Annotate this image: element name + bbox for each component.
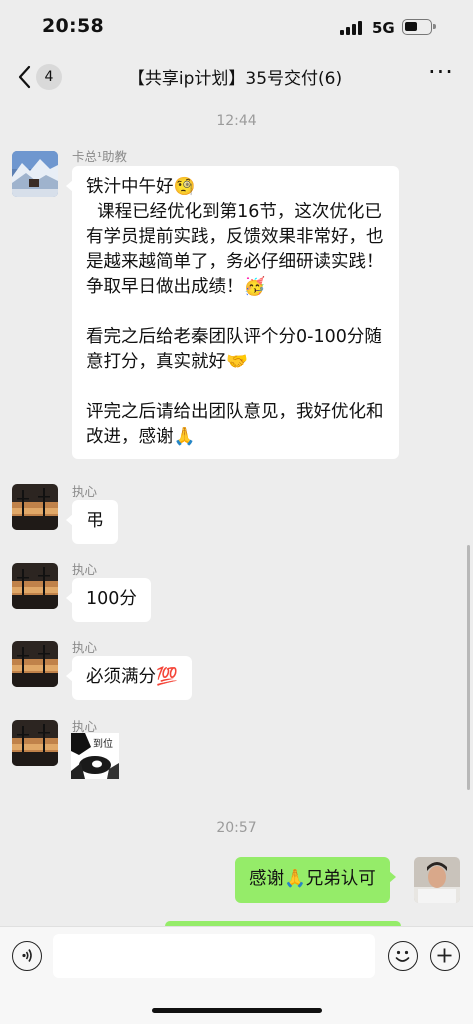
timestamp: 20:57 [216, 820, 257, 836]
avatar[interactable] [12, 563, 58, 609]
message-bubble[interactable]: 必须满分💯 [66, 656, 192, 700]
more-icon[interactable]: ··· [428, 60, 456, 86]
status-bar: 20:58 5G [0, 0, 473, 58]
unread-count-badge[interactable]: 4 [36, 64, 62, 90]
message-bubble[interactable]: 铁汁中午好🧐 课程已经优化到第16节，这次优化已有学员提前实践，反馈效果非常好，… [66, 166, 399, 459]
input-bar [0, 926, 473, 1024]
plus-icon[interactable] [430, 941, 460, 971]
my-message-bubble[interactable]: 感谢🙏兄弟认可 [235, 857, 396, 903]
status-time: 20:58 [42, 15, 104, 37]
sender-name: 执心 [72, 562, 98, 577]
message-text: 感谢🙏兄弟认可 [249, 869, 376, 889]
message-text: 100分 [86, 589, 137, 609]
message-bubble[interactable]: 100分 [66, 578, 151, 622]
sticker-caption: 到位 [93, 739, 113, 750]
chat-title: 【共享ip计划】35号交付(6) [127, 69, 343, 89]
message-text: 必须满分💯 [86, 667, 178, 687]
message-paragraph: 评完之后请给出团队意见，我好优化和改进，感谢🙏 [86, 402, 384, 447]
home-indicator [152, 1008, 322, 1013]
signal-icon [340, 21, 366, 35]
voice-icon[interactable] [12, 941, 42, 971]
chat-header: 4 【共享ip计划】35号交付(6) ··· [0, 58, 473, 98]
message-text: 弔 [86, 511, 104, 531]
sender-name: 执心 [72, 484, 98, 499]
avatar[interactable] [12, 720, 58, 766]
message-input[interactable] [53, 934, 375, 978]
sender-name: 卡总¹助教 [72, 149, 128, 164]
message-paragraph: 铁汁中午好🧐 [86, 177, 196, 197]
scrollbar[interactable] [467, 545, 470, 790]
avatar[interactable] [12, 151, 58, 197]
battery-icon [402, 19, 436, 35]
emoji-icon[interactable] [388, 941, 418, 971]
message-paragraph: 看完之后给老秦团队评个分0-100分随意打分，真实就好🤝 [86, 327, 382, 372]
message-paragraph: 课程已经优化到第16节，这次优化已有学员提前实践，反馈效果非常好，也是越来越简单… [86, 202, 384, 297]
sender-name: 执心 [72, 640, 98, 655]
chevron-left-icon[interactable] [14, 63, 38, 91]
my-avatar[interactable] [414, 857, 460, 903]
sticker-image[interactable]: 到位 [71, 733, 119, 779]
avatar[interactable] [12, 641, 58, 687]
timestamp: 12:44 [216, 113, 257, 129]
network-type: 5G [372, 19, 395, 37]
avatar[interactable] [12, 484, 58, 530]
message-bubble[interactable]: 弔 [66, 500, 118, 544]
